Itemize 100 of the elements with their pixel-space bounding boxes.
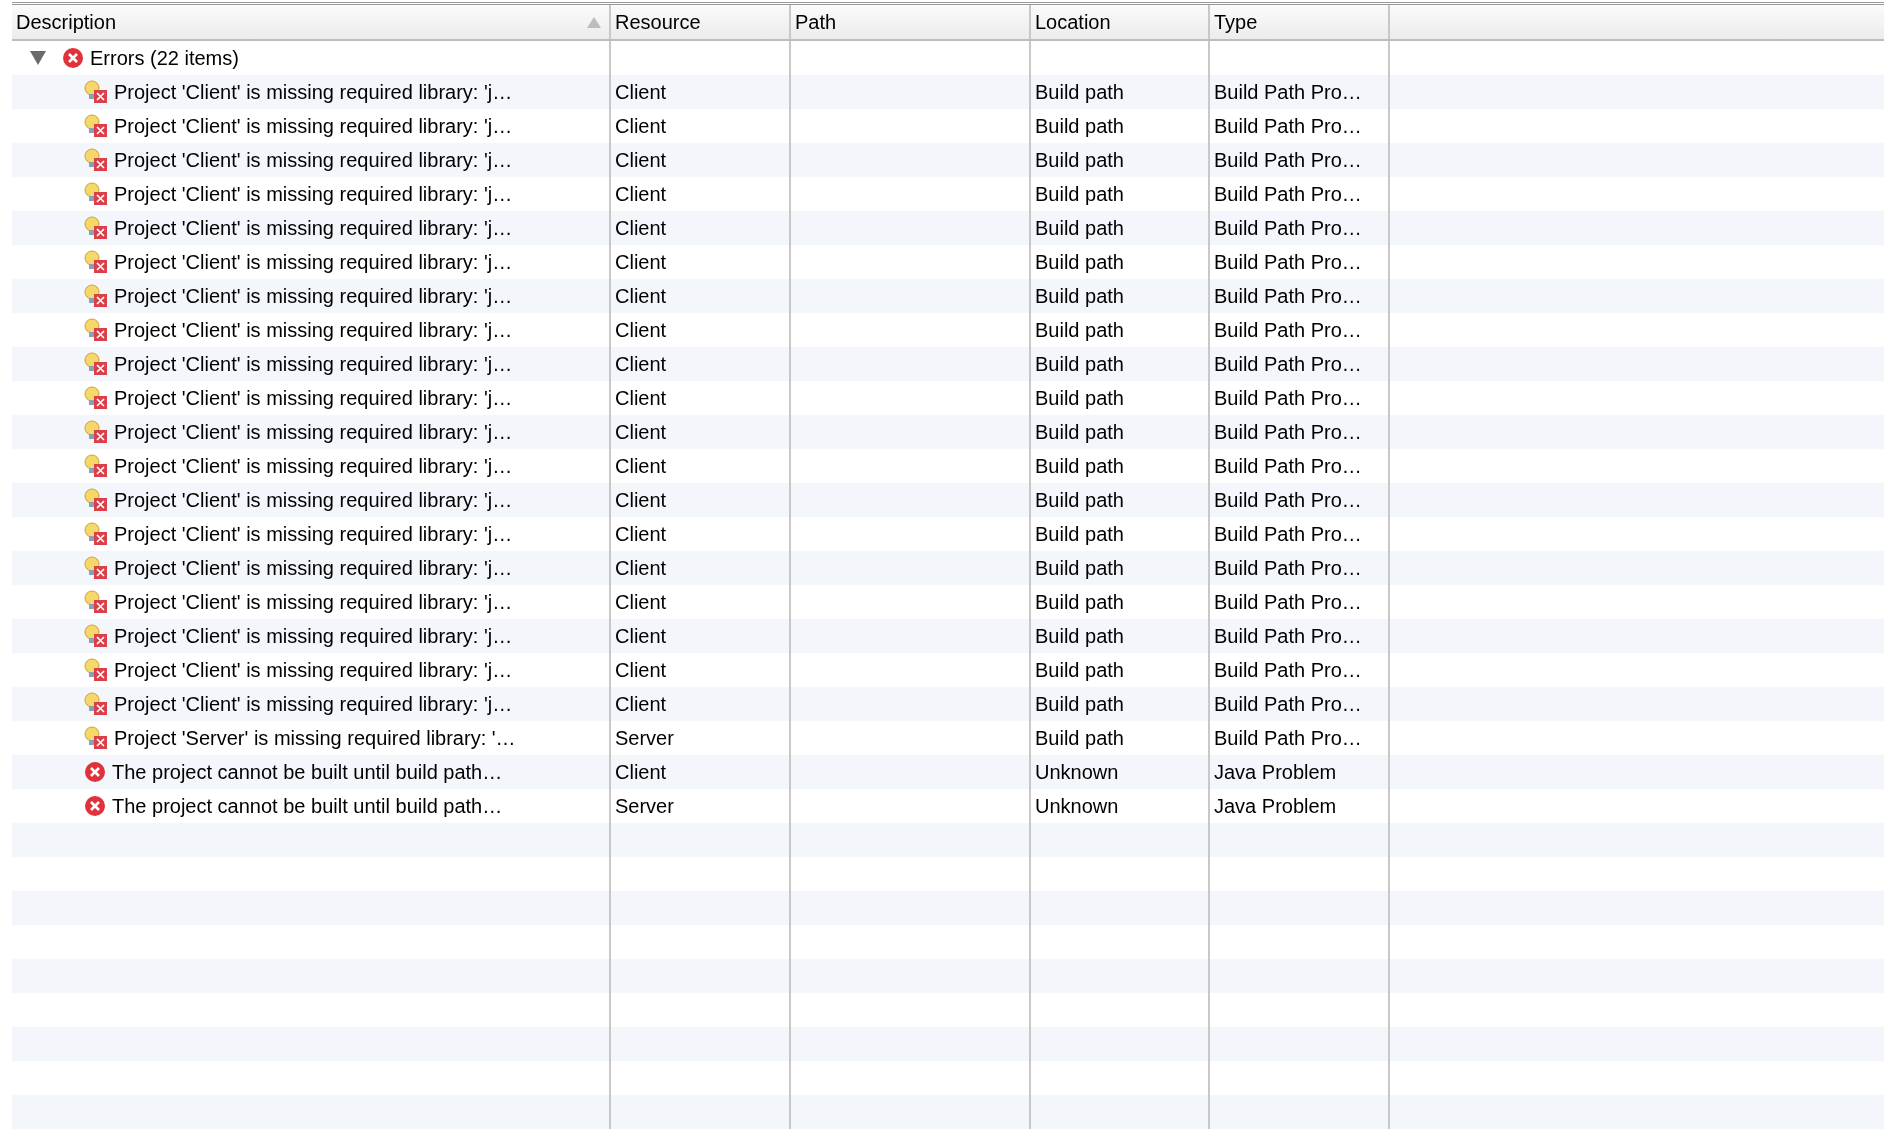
table-cell: Build path [1035, 590, 1124, 614]
collapse-triangle-icon[interactable] [30, 51, 46, 65]
column-header[interactable]: Description [12, 5, 611, 39]
table-cell: Build path [1035, 250, 1124, 274]
lightbulb-error-icon [84, 386, 108, 410]
lightbulb-error-icon [84, 624, 108, 648]
table-cell: Client [615, 352, 667, 376]
table-cell: The project cannot be built until build path… [112, 760, 503, 784]
group-label[interactable]: Errors (22 items) [90, 46, 239, 70]
table-cell: Build path [1035, 114, 1124, 138]
table-cell: Build Path Pro… [1214, 726, 1362, 750]
table-cell: Client [615, 556, 667, 580]
table-cell: Unknown [1035, 794, 1119, 818]
table-cell: Java Problem [1214, 760, 1337, 784]
table-cell: Build Path Pro… [1214, 182, 1362, 206]
table-cell: Project 'Client' is missing required library: 'j… [114, 386, 513, 410]
column-header[interactable]: Path [791, 5, 1031, 39]
table-cell: Client [615, 692, 667, 716]
table-cell: Build path [1035, 182, 1124, 206]
table-cell: Client [615, 250, 667, 274]
table-cell: Server [615, 726, 674, 750]
error-icon [84, 795, 106, 817]
table-cell: Project 'Client' is missing required library: 'j… [114, 148, 513, 172]
table-cell: Project 'Client' is missing required library: 'j… [114, 624, 513, 648]
lightbulb-error-icon [84, 148, 108, 172]
table-cell: Build Path Pro… [1214, 658, 1362, 682]
table-cell: Client [615, 624, 667, 648]
column-header[interactable]: Location [1031, 5, 1210, 39]
table-cell: Client [615, 114, 667, 138]
lightbulb-error-icon [84, 352, 108, 376]
table-cell: Build path [1035, 624, 1124, 648]
lightbulb-error-icon [84, 454, 108, 478]
table-cell: Build path [1035, 726, 1124, 750]
table-cell: Client [615, 760, 667, 784]
table-cell: Client [615, 318, 667, 342]
table-cell: Client [615, 216, 667, 240]
table-cell: Build Path Pro… [1214, 318, 1362, 342]
table-cell: Unknown [1035, 760, 1119, 784]
table-cell: Project 'Client' is missing required library: 'j… [114, 250, 513, 274]
table-cell: Build path [1035, 522, 1124, 546]
table-cell: Project 'Client' is missing required library: 'j… [114, 352, 513, 376]
table-cell: Build Path Pro… [1214, 284, 1362, 308]
table-cell: Build Path Pro… [1214, 420, 1362, 444]
table-cell: Client [615, 80, 667, 104]
table-cell: Build Path Pro… [1214, 522, 1362, 546]
table-cell: Java Problem [1214, 794, 1337, 818]
table-cell: Project 'Client' is missing required library: 'j… [114, 284, 513, 308]
table-cell: Project 'Client' is missing required library: 'j… [114, 692, 513, 716]
lightbulb-error-icon [84, 420, 108, 444]
table-cell: Server [615, 794, 674, 818]
lightbulb-error-icon [84, 658, 108, 682]
table-cell: Client [615, 590, 667, 614]
table-cell: Project 'Client' is missing required library: 'j… [114, 318, 513, 342]
table-cell: The project cannot be built until build path… [112, 794, 503, 818]
lightbulb-error-icon [84, 250, 108, 274]
table-cell: Client [615, 420, 667, 444]
table-cell: Project 'Server' is missing required library: '… [114, 726, 516, 750]
table-cell: Project 'Client' is missing required library: 'j… [114, 590, 513, 614]
table-cell: Build path [1035, 692, 1124, 716]
lightbulb-error-icon [84, 318, 108, 342]
table-cell: Build path [1035, 216, 1124, 240]
table-cell: Build Path Pro… [1214, 454, 1362, 478]
table-cell: Build Path Pro… [1214, 624, 1362, 648]
table-cell: Client [615, 488, 667, 512]
table-cell: Build path [1035, 284, 1124, 308]
lightbulb-error-icon [84, 80, 108, 104]
table-cell: Build Path Pro… [1214, 80, 1362, 104]
lightbulb-error-icon [84, 590, 108, 614]
lightbulb-error-icon [84, 488, 108, 512]
lightbulb-error-icon [84, 556, 108, 580]
table-cell: Build Path Pro… [1214, 556, 1362, 580]
table-cell: Project 'Client' is missing required library: 'j… [114, 658, 513, 682]
table-cell: Project 'Client' is missing required library: 'j… [114, 488, 513, 512]
table-cell: Project 'Client' is missing required library: 'j… [114, 454, 513, 478]
table-cell: Build path [1035, 454, 1124, 478]
table-cell: Build path [1035, 556, 1124, 580]
table-cell: Client [615, 658, 667, 682]
table-cell: Build Path Pro… [1214, 216, 1362, 240]
table-cell: Build Path Pro… [1214, 114, 1362, 138]
error-icon [84, 761, 106, 783]
table-cell: Project 'Client' is missing required library: 'j… [114, 420, 513, 444]
column-header[interactable]: Type [1210, 5, 1390, 39]
table-cell: Build path [1035, 148, 1124, 172]
table-cell: Client [615, 386, 667, 410]
lightbulb-error-icon [84, 522, 108, 546]
lightbulb-error-icon [84, 216, 108, 240]
column-header[interactable]: Resource [611, 5, 791, 39]
lightbulb-error-icon [84, 182, 108, 206]
table-cell: Project 'Client' is missing required library: 'j… [114, 80, 513, 104]
lightbulb-error-icon [84, 692, 108, 716]
table-cell: Client [615, 454, 667, 478]
lightbulb-error-icon [84, 726, 108, 750]
error-icon [62, 47, 84, 69]
lightbulb-error-icon [84, 114, 108, 138]
table-cell: Build Path Pro… [1214, 590, 1362, 614]
table-cell: Client [615, 284, 667, 308]
table-cell: Project 'Client' is missing required library: 'j… [114, 114, 513, 138]
table-cell: Project 'Client' is missing required library: 'j… [114, 522, 513, 546]
table-cell: Client [615, 522, 667, 546]
table-cell: Project 'Client' is missing required library: 'j… [114, 556, 513, 580]
